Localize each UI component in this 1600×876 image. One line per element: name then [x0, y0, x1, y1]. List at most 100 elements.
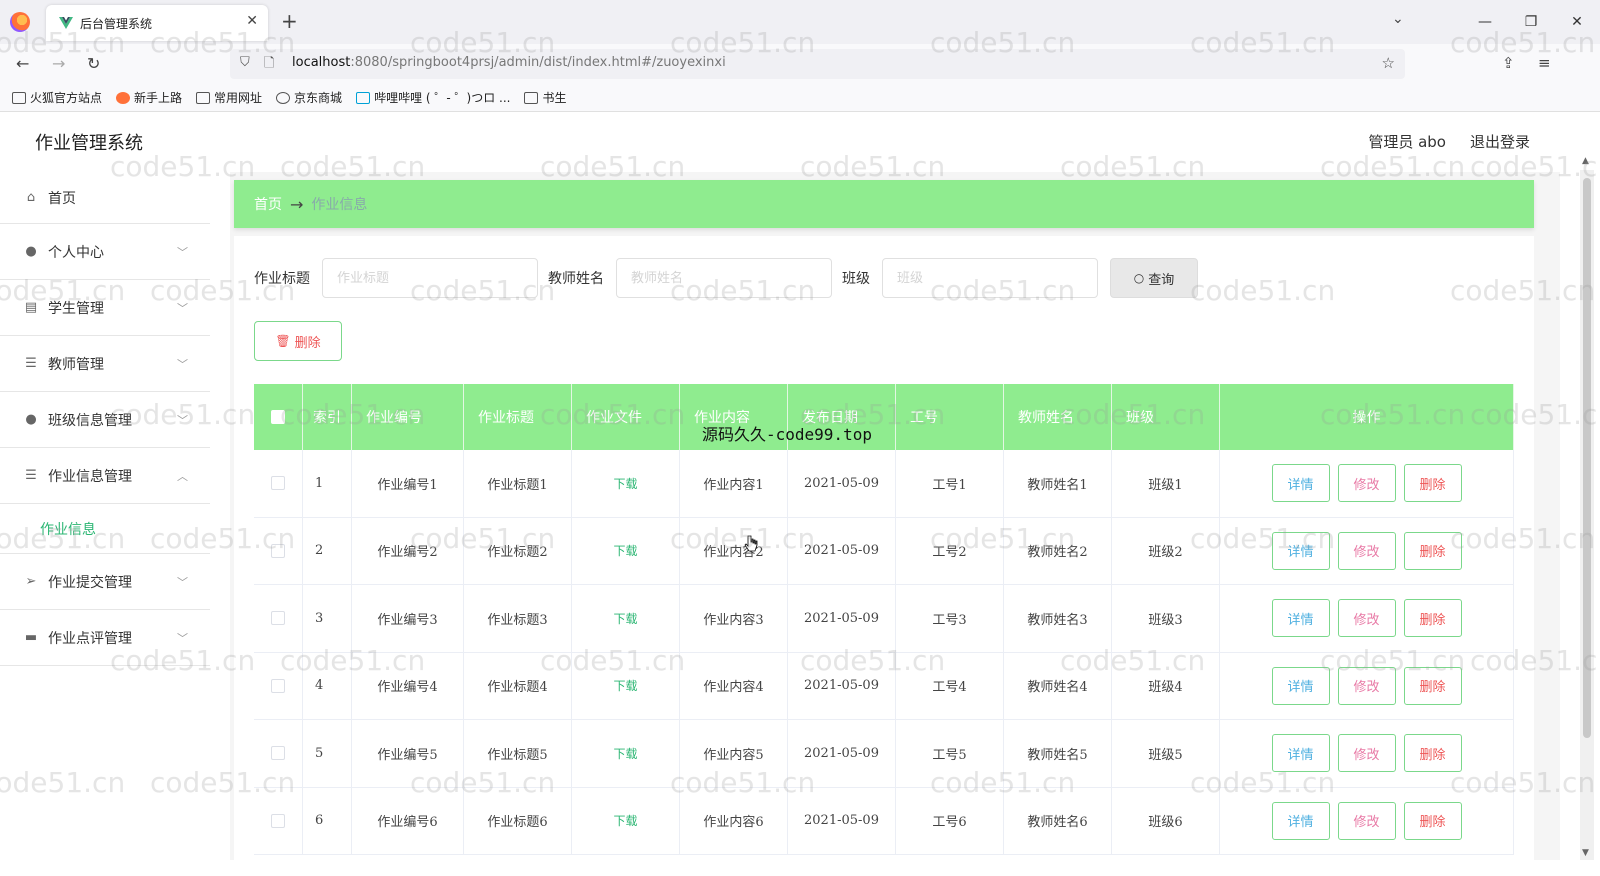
edit-button[interactable]: 修改 — [1337, 464, 1396, 503]
sidebar-item-home[interactable]: ⌂ 首页 — [0, 172, 210, 224]
forward-arrow-icon[interactable]: → — [52, 54, 65, 73]
row-checkbox[interactable] — [271, 611, 285, 626]
header-title: 作业标题 — [464, 384, 572, 450]
class-search-input[interactable] — [882, 258, 1098, 298]
row-select-cell — [254, 450, 303, 517]
send-icon: ➢ — [25, 573, 37, 589]
download-link[interactable]: 下载 — [613, 610, 637, 627]
detail-button[interactable]: 详情 — [1271, 801, 1330, 840]
title-search-input[interactable] — [322, 258, 538, 298]
sidebar-item-homework-management[interactable]: ☰ 作业信息管理 ︿ — [0, 448, 210, 504]
edit-button[interactable]: 修改 — [1337, 599, 1396, 638]
detail-button[interactable]: 详情 — [1271, 666, 1330, 705]
breadcrumb-home[interactable]: 首页 — [254, 194, 282, 214]
bookmark-item[interactable]: 书生 — [524, 89, 566, 106]
search-form: 作业标题 教师姓名 班级 ○ 查询 — [254, 258, 1198, 298]
sidebar-item-student-management[interactable]: ▤ 学生管理 ﹀ — [0, 280, 210, 336]
bookmark-item[interactable]: 常用网址 — [196, 89, 262, 106]
sidebar-item-personal-center[interactable]: ● 个人中心 ﹀ — [0, 224, 210, 280]
select-all-checkbox[interactable] — [271, 410, 285, 424]
cell-date: 2021-05-09 — [788, 585, 896, 652]
teacher-search-input[interactable] — [616, 258, 832, 298]
minimize-icon[interactable]: — — [1462, 14, 1508, 30]
url-text[interactable]: localhost:8080/springboot4prsj/admin/dis… — [292, 55, 726, 70]
shield-icon[interactable]: ⛉ — [240, 55, 250, 70]
cell-teacher: 教师姓名3 — [1004, 585, 1112, 652]
cell-actions: 详情 修改 删除 — [1220, 787, 1514, 854]
row-delete-button[interactable]: 删除 — [1403, 599, 1462, 638]
header-user-area: 管理员 abo 退出登录 — [1344, 131, 1530, 152]
restore-icon[interactable]: ❐ — [1508, 14, 1554, 30]
sidebar-item-teacher-management[interactable]: ☰ 教师管理 ﹀ — [0, 336, 210, 392]
cell-code: 作业编号4 — [352, 652, 464, 719]
row-checkbox[interactable] — [271, 813, 285, 828]
row-delete-button[interactable]: 删除 — [1403, 734, 1462, 773]
page-scrollbar[interactable]: ▲ ▼ — [1580, 156, 1594, 860]
sidebar-item-class-management[interactable]: ● 班级信息管理 ﹀ — [0, 392, 210, 448]
cell-job-no: 工号3 — [896, 585, 1004, 652]
bookmark-item[interactable]: 哔哩哔哩 ( ゜- ゜)つロ ... — [356, 89, 510, 106]
new-tab-icon[interactable]: + — [281, 9, 298, 33]
bookmark-item[interactable]: 新手上路 — [116, 89, 182, 106]
row-delete-button[interactable]: 删除 — [1403, 801, 1462, 840]
download-link[interactable]: 下载 — [613, 677, 637, 694]
cell-class: 班级4 — [1112, 652, 1220, 719]
reload-icon[interactable]: ↻ — [87, 54, 100, 73]
bookmark-star-icon[interactable]: ☆ — [1382, 54, 1395, 72]
bookmark-item[interactable]: 火狐官方站点 — [12, 89, 102, 106]
scroll-up-icon[interactable]: ▲ — [1582, 156, 1589, 166]
edit-button[interactable]: 修改 — [1337, 801, 1396, 840]
download-link[interactable]: 下载 — [613, 745, 637, 762]
cell-content: 作业内容1 — [680, 450, 788, 517]
logout-link[interactable]: 退出登录 — [1470, 131, 1530, 152]
detail-button[interactable]: 详情 — [1271, 734, 1330, 773]
sidebar-item-review-management[interactable]: ▬ 作业点评管理 ﹀ — [0, 610, 210, 666]
row-delete-button[interactable]: 删除 — [1403, 666, 1462, 705]
row-checkbox[interactable] — [271, 476, 285, 491]
detail-button[interactable]: 详情 — [1271, 599, 1330, 638]
extensions-icon[interactable]: ⇪ — [1502, 54, 1515, 72]
page-info-icon[interactable]: 🗋 — [264, 54, 274, 76]
scroll-thumb[interactable] — [1583, 178, 1591, 738]
cell-job-no: 工号4 — [896, 652, 1004, 719]
row-checkbox[interactable] — [271, 678, 285, 693]
edit-button[interactable]: 修改 — [1337, 734, 1396, 773]
download-link[interactable]: 下载 — [613, 475, 637, 492]
menu-hamburger-icon[interactable]: ≡ — [1538, 54, 1551, 72]
cell-file: 下载 — [572, 652, 680, 719]
download-link[interactable]: 下载 — [613, 812, 637, 829]
sidebar-subitem-homework-info[interactable]: 作业信息 — [0, 504, 210, 554]
bookmark-item[interactable]: 京东商城 — [276, 89, 342, 106]
query-button[interactable]: ○ 查询 — [1110, 258, 1198, 298]
detail-button[interactable]: 详情 — [1271, 464, 1330, 503]
row-delete-button[interactable]: 删除 — [1403, 464, 1462, 503]
cell-content: 作业内容3 — [680, 585, 788, 652]
close-window-icon[interactable]: ✕ — [1554, 14, 1600, 30]
download-link[interactable]: 下载 — [613, 542, 637, 559]
cell-title: 作业标题5 — [464, 720, 572, 787]
chevron-up-icon: ︿ — [177, 470, 188, 483]
header-teacher: 教师姓名 — [1004, 384, 1112, 450]
breadcrumb: 首页 → 作业信息 — [234, 180, 1534, 228]
detail-button[interactable]: 详情 — [1271, 531, 1330, 570]
cell-class: 班级1 — [1112, 450, 1220, 517]
chevron-down-icon: ﹀ — [177, 246, 188, 259]
edit-button[interactable]: 修改 — [1337, 531, 1396, 570]
content-panel: 作业标题 教师姓名 班级 ○ 查询 🗑 删除 索引 作业编号 — [234, 236, 1534, 876]
back-arrow-icon[interactable]: ← — [16, 54, 29, 73]
cell-file: 下载 — [572, 585, 680, 652]
list-tabs-chevron-icon[interactable]: ⌄ — [1392, 11, 1404, 27]
row-checkbox[interactable] — [271, 746, 285, 761]
edit-button[interactable]: 修改 — [1337, 666, 1396, 705]
row-checkbox[interactable] — [271, 543, 285, 558]
bulk-delete-button[interactable]: 🗑 删除 — [254, 321, 342, 361]
tab-close-icon[interactable]: ✕ — [246, 13, 258, 29]
sidebar-item-submission-management[interactable]: ➢ 作业提交管理 ﹀ — [0, 554, 210, 610]
scroll-down-icon[interactable]: ▼ — [1582, 848, 1589, 858]
url-bar[interactable]: ⛉ 🗋 localhost:8080/springboot4prsj/admin… — [230, 49, 1405, 79]
browser-tab[interactable]: 后台管理系统 ✕ — [46, 5, 268, 41]
row-delete-button[interactable]: 删除 — [1403, 531, 1462, 570]
chevron-down-icon: ﹀ — [177, 414, 188, 427]
firefox-logo-icon[interactable] — [10, 12, 30, 32]
homework-table: 索引 作业编号 作业标题 作业文件 作业内容 发布日期 工号 教师姓名 班级 操… — [254, 384, 1514, 855]
